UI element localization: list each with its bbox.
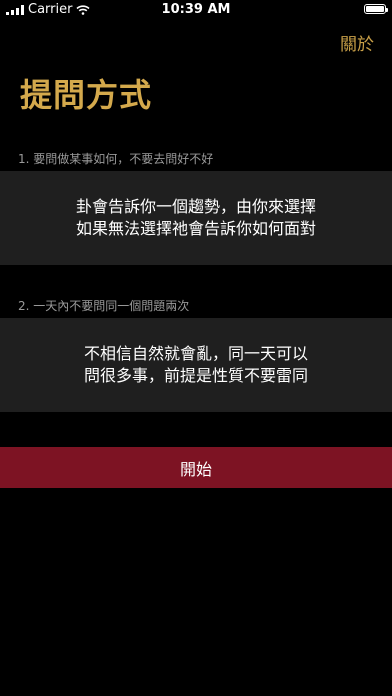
info-card-1: 卦會告訴你一個趨勢，由你來選擇 如果無法選擇祂會告訴你如何面對 (0, 171, 392, 265)
info-card-2: 不相信自然就會亂，同一天可以 問很多事，前提是性質不要雷同 (0, 318, 392, 412)
start-button[interactable]: 開始 (0, 447, 392, 488)
status-time: 10:39 AM (161, 2, 231, 17)
status-bar: Carrier 10:39 AM (0, 0, 392, 20)
about-button[interactable]: 關於 (340, 30, 374, 55)
card-text-2: 不相信自然就會亂，同一天可以 問很多事，前提是性質不要雷同 (46, 343, 346, 387)
page-title: 提問方式 (20, 76, 153, 114)
card-line: 問很多事，前提是性質不要雷同 (83, 366, 308, 385)
card-line: 卦會告訴你一個趨勢，由你來選擇 (75, 197, 316, 216)
section-label-2: 2. 一天內不要問同一個問題兩次 (18, 299, 190, 313)
card-line: 如果無法選擇祂會告訴你如何面對 (75, 219, 316, 238)
status-right (364, 4, 388, 14)
card-line: 不相信自然就會亂，同一天可以 (83, 344, 308, 363)
battery-fill (366, 6, 384, 12)
card-text-1: 卦會告訴你一個趨勢，由你來選擇 如果無法選擇祂會告訴你如何面對 (46, 196, 346, 240)
section-label-1: 1. 要問做某事如何，不要去問好不好 (18, 152, 214, 166)
battery-icon (364, 4, 388, 14)
